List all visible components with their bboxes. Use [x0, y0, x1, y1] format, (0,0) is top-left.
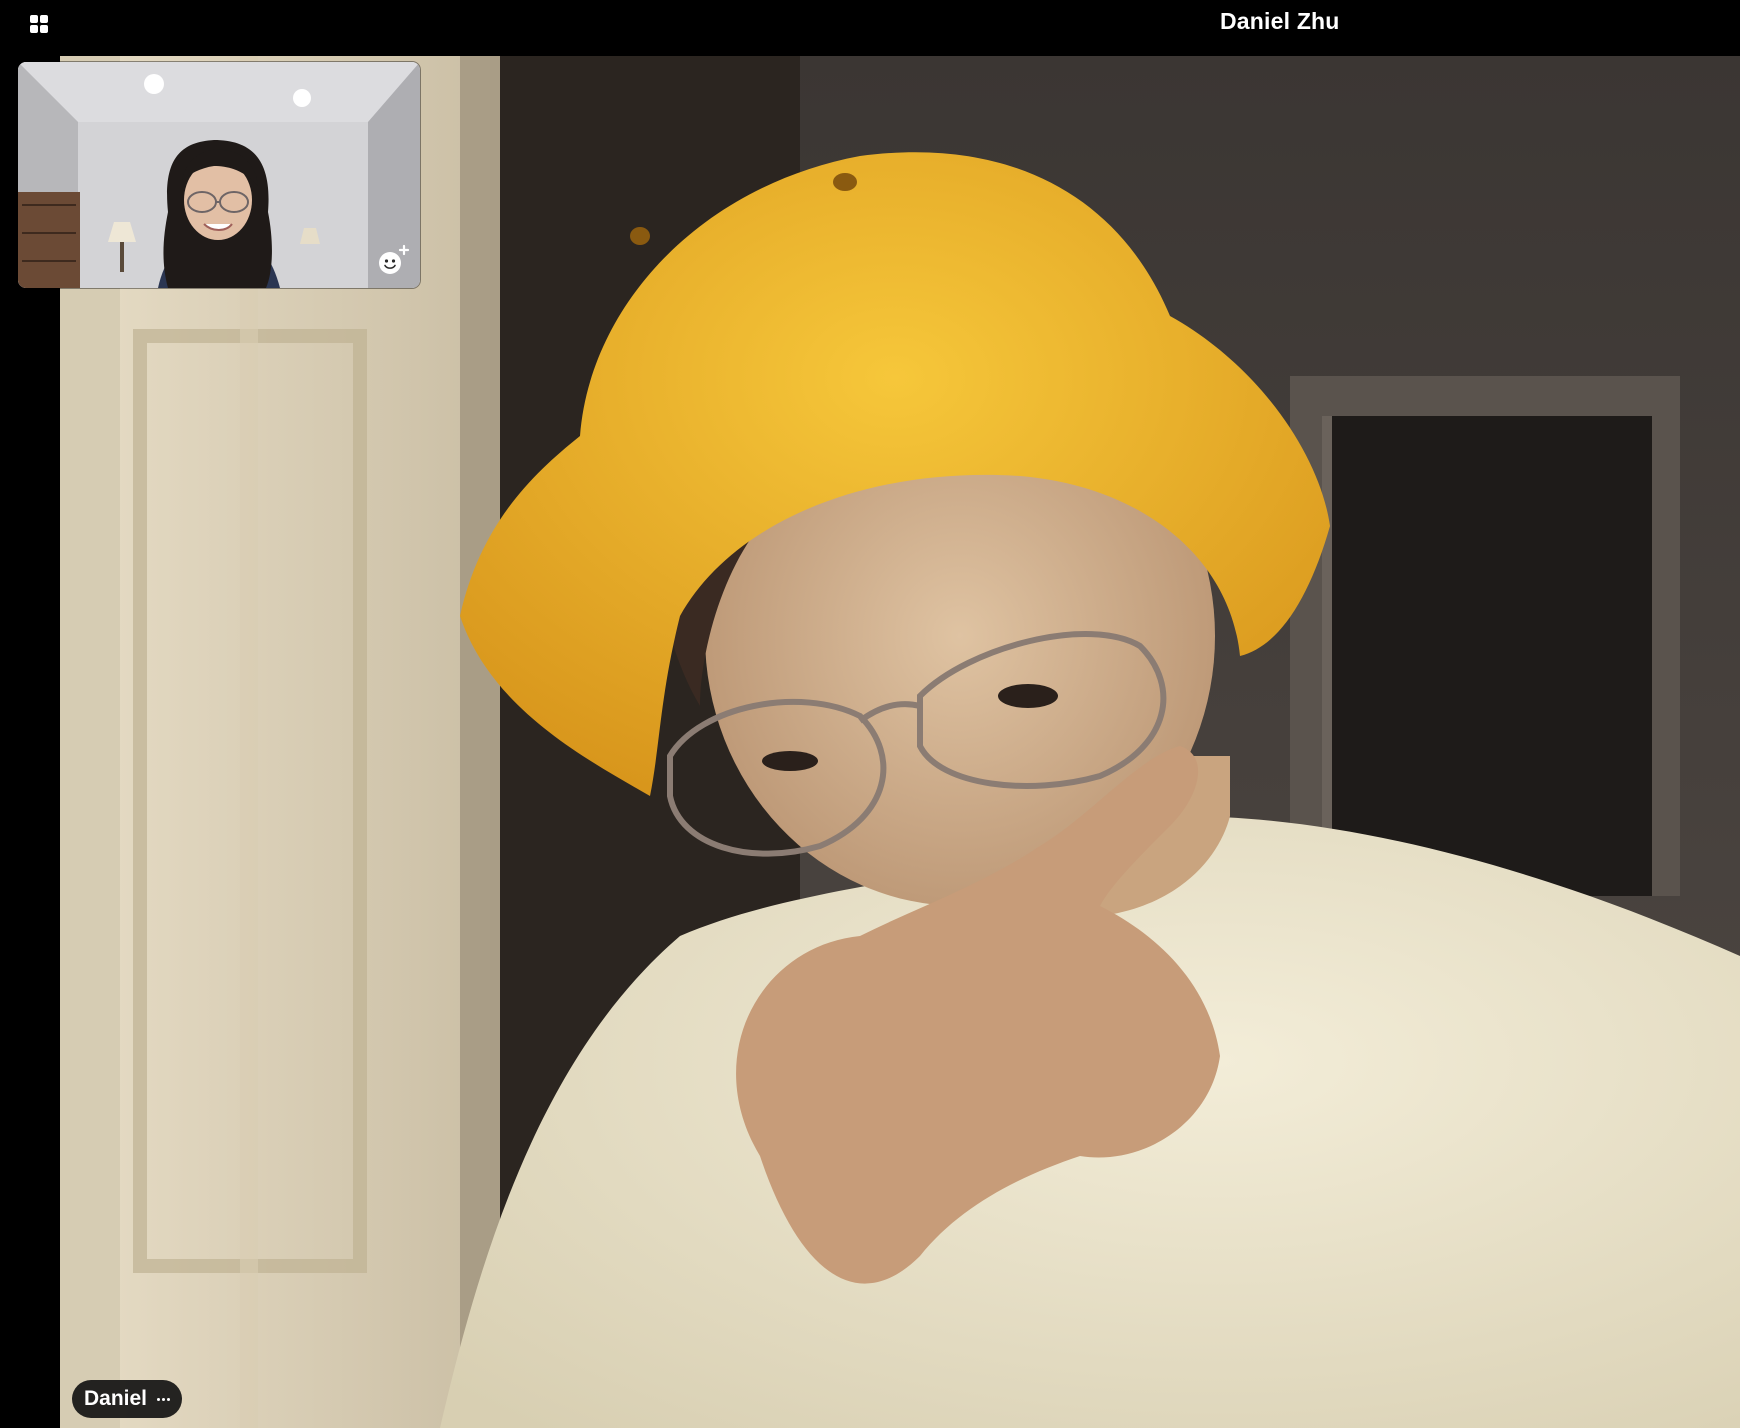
video-call-window: Daniel Zhu Daniel	[0, 0, 1740, 1428]
participant-name-label: Daniel	[84, 1387, 148, 1410]
layout-grid-button[interactable]	[26, 11, 52, 37]
add-reaction-icon	[379, 244, 410, 274]
title-bar: Daniel Zhu	[0, 0, 1740, 56]
more-options-icon	[157, 1397, 171, 1401]
grid-icon	[30, 15, 48, 33]
self-view-video[interactable]	[18, 62, 420, 288]
add-reaction-button[interactable]	[376, 244, 410, 276]
participant-more-button[interactable]	[157, 1388, 171, 1410]
self-view-frame	[18, 62, 420, 288]
meeting-title: Daniel Zhu	[1220, 8, 1340, 34]
participant-name-tag: Daniel	[72, 1380, 182, 1418]
